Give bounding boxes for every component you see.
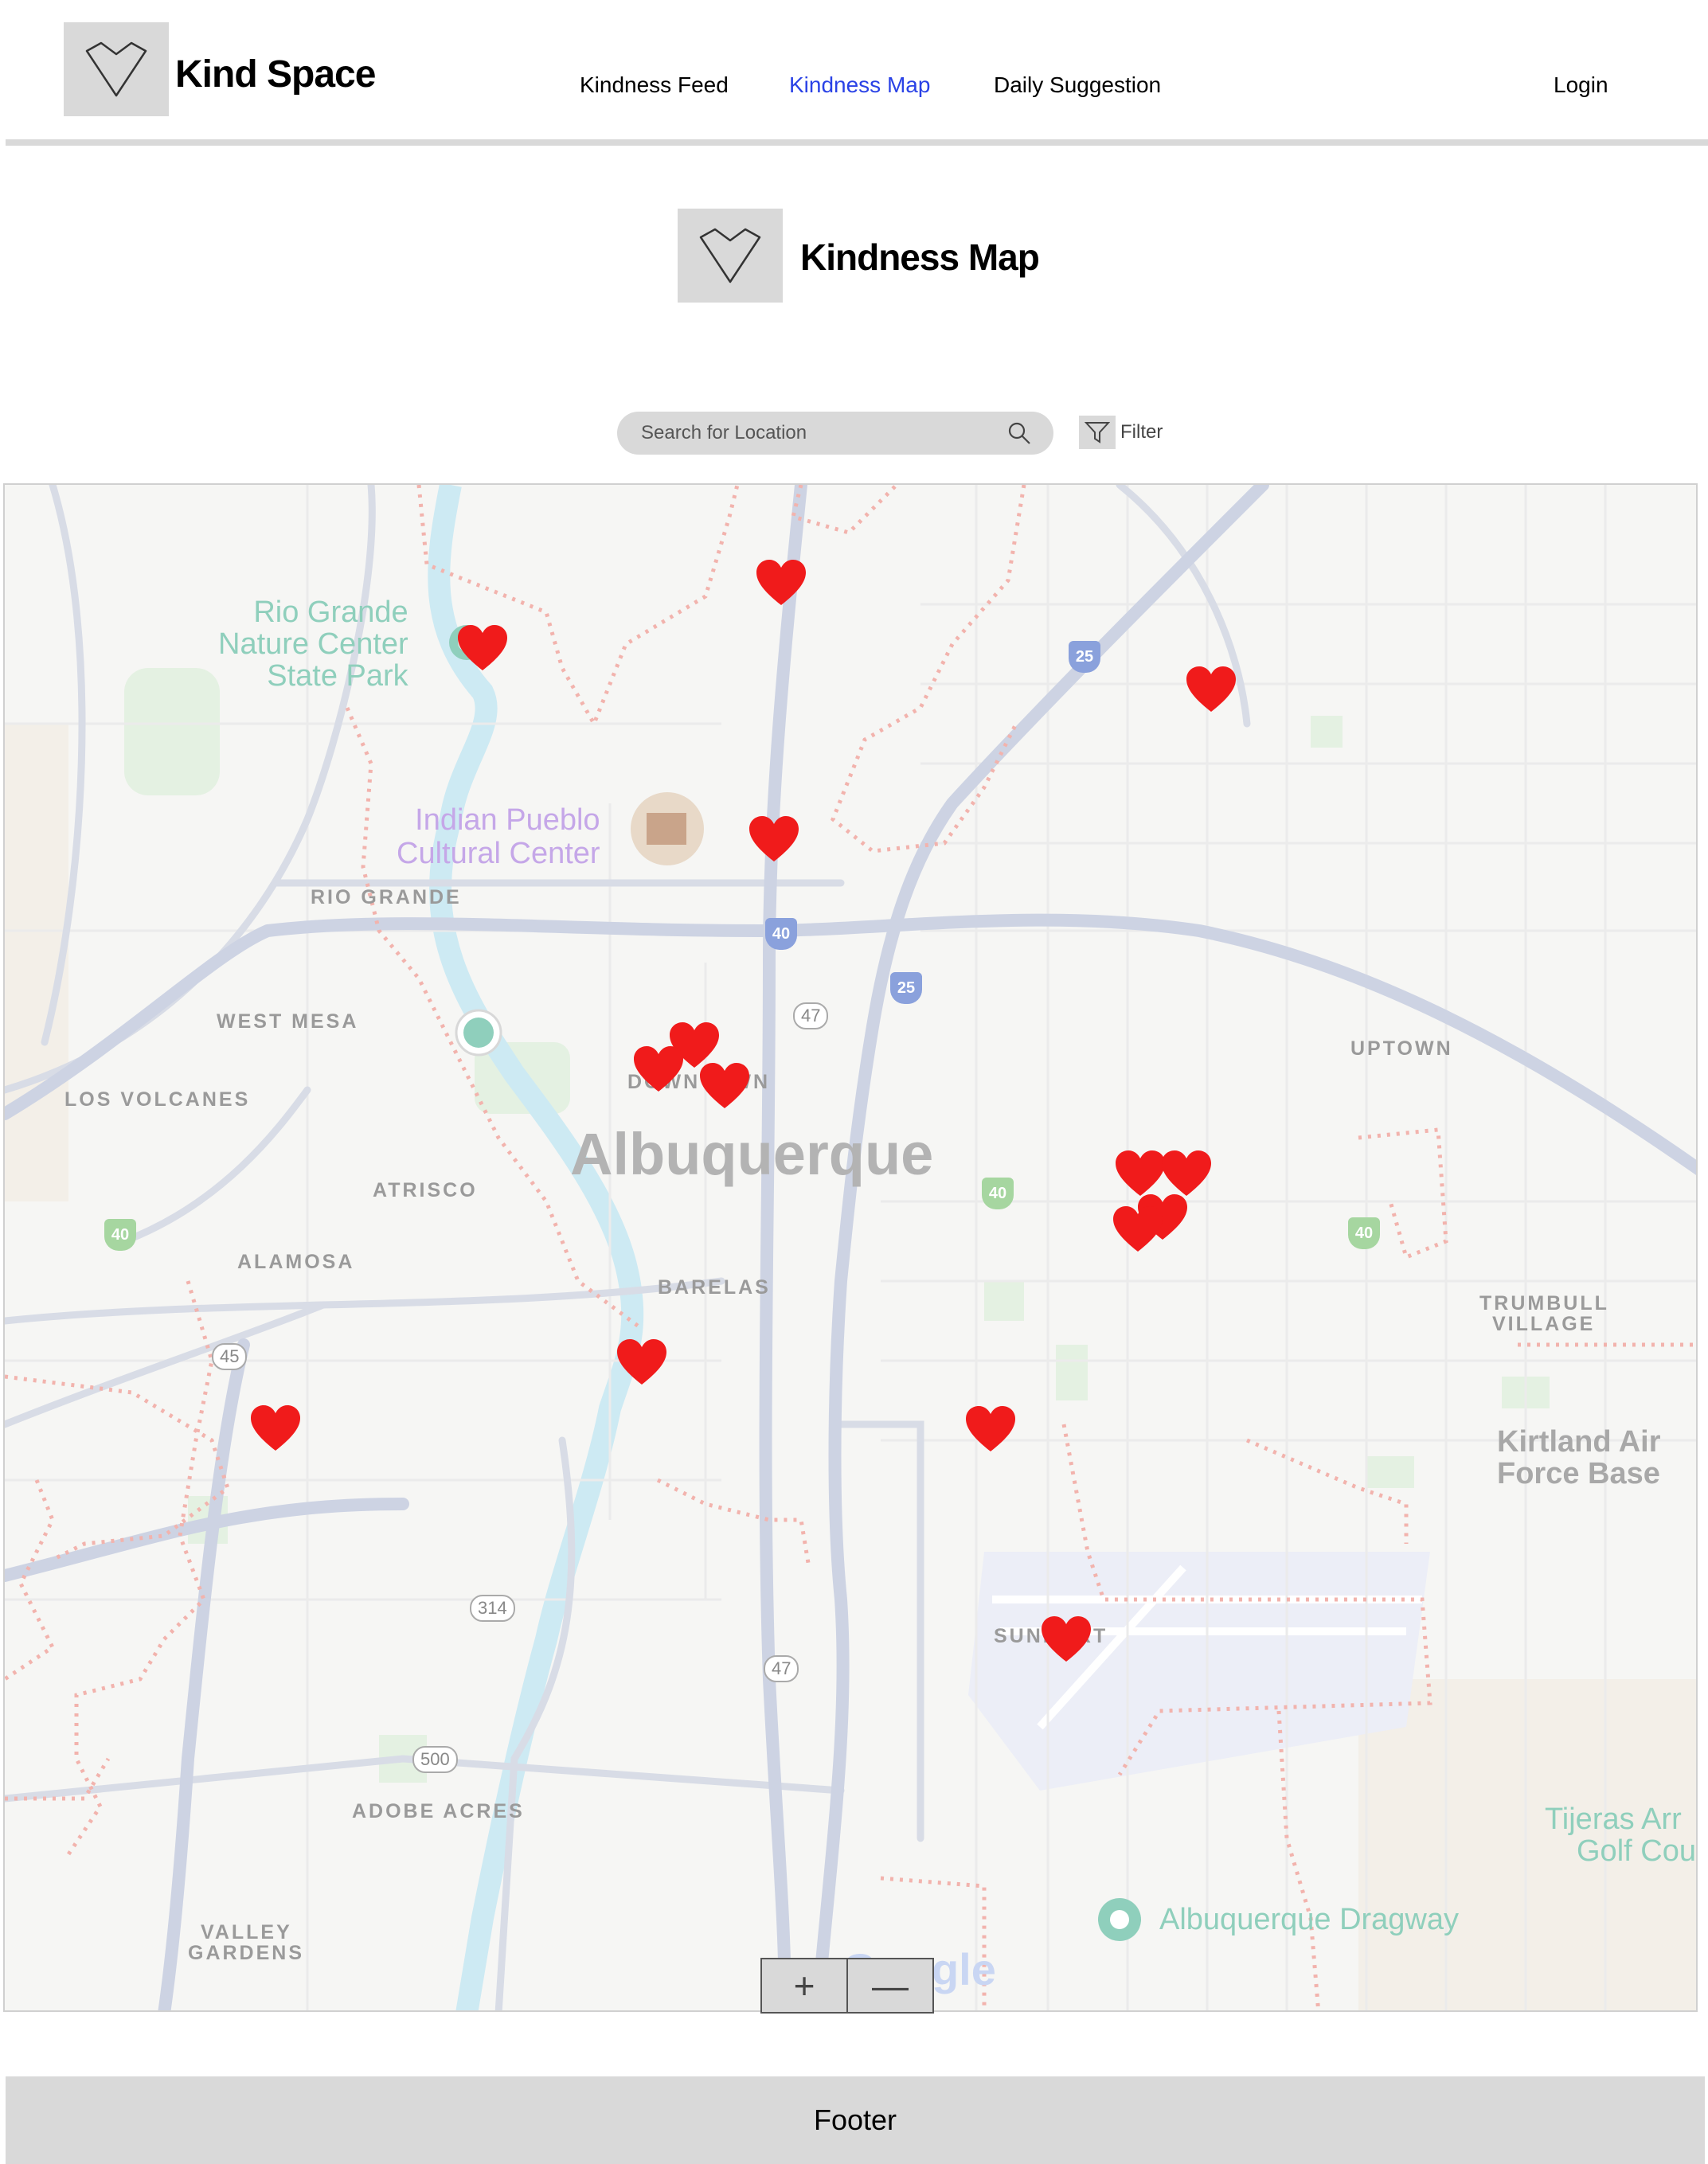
i25-shield: 25	[1069, 641, 1100, 673]
indian-pueblo-label[interactable]: Indian Pueblo Cultural Center	[397, 803, 600, 870]
route-314-shield: 314	[470, 1595, 515, 1622]
search-bar[interactable]	[617, 412, 1053, 455]
heart-outline-icon	[699, 228, 761, 283]
district-adobe-acres: ADOBE ACRES	[352, 1800, 525, 1822]
zoom-controls: + —	[760, 1958, 934, 2014]
i40-shield: 40	[104, 1219, 136, 1251]
district-west-mesa: WEST MESA	[217, 1010, 359, 1033]
route-47-shield: 47	[793, 1002, 829, 1029]
rio-grande-label[interactable]: Rio Grande Nature Center State Park	[218, 596, 408, 692]
poi-label-line: Kirtland Air	[1497, 1425, 1661, 1459]
header-divider	[6, 139, 1708, 146]
poi-label-line: Force Base	[1497, 1457, 1660, 1490]
poi-label-line: Nature Center	[218, 627, 408, 661]
kindness-heart-marker[interactable]	[616, 1338, 668, 1386]
search-icon[interactable]	[1007, 421, 1031, 445]
kindness-heart-marker[interactable]	[1040, 1615, 1092, 1663]
kindness-heart-marker[interactable]	[748, 815, 800, 863]
filter-icon	[1079, 416, 1116, 449]
login-link[interactable]: Login	[1554, 72, 1608, 98]
nav-kindness-map[interactable]: Kindness Map	[789, 72, 930, 98]
filter-label: Filter	[1120, 421, 1163, 443]
district-los-volcanes: LOS VOLCANES	[64, 1088, 251, 1111]
i40-shield: 40	[765, 918, 797, 950]
district-barelas: BARELAS	[658, 1276, 771, 1299]
i25-shield: 25	[890, 972, 922, 1004]
kindness-heart-marker[interactable]	[964, 1405, 1017, 1453]
i40-shield: 40	[982, 1178, 1014, 1209]
kindness-heart-marker[interactable]	[249, 1404, 302, 1452]
tijeras-label[interactable]: Tijeras Arr Golf Cou	[1545, 1803, 1696, 1867]
route-47-shield: 47	[764, 1655, 799, 1682]
district-alamosa: ALAMOSA	[237, 1251, 355, 1273]
map-base	[5, 485, 1696, 2010]
zoom-in-button[interactable]: +	[762, 1959, 846, 2012]
i40-shield: 40	[1348, 1217, 1380, 1249]
district-trumbull: TRUMBULL	[1479, 1292, 1609, 1314]
page-title: Kindness Map	[800, 236, 1040, 278]
kindness-heart-marker[interactable]	[456, 624, 509, 672]
kindness-heart-marker[interactable]	[1114, 1150, 1167, 1197]
nav-daily-suggestion[interactable]: Daily Suggestion	[994, 72, 1161, 98]
route-500-shield: 500	[412, 1746, 458, 1773]
brand-name[interactable]: Kind Space	[175, 53, 376, 96]
kindness-map[interactable]: Rio Grande Nature Center State Park Indi…	[3, 483, 1698, 2012]
page-logo	[678, 209, 783, 303]
district-rio-grande: RIO GRANDE	[311, 886, 462, 908]
poi-label-line: Rio Grande	[253, 596, 408, 629]
kindness-heart-marker[interactable]	[1185, 666, 1237, 713]
poi-label-line: State Park	[267, 659, 408, 693]
route-45-shield: 45	[212, 1343, 248, 1370]
district-uptown: UPTOWN	[1350, 1037, 1453, 1060]
poi-label-line: Tijeras Arr	[1545, 1803, 1682, 1836]
district-gardens: GARDENS	[188, 1942, 305, 1964]
zoom-out-button[interactable]: —	[846, 1959, 932, 2012]
city-label: Albuquerque	[570, 1121, 934, 1187]
district-village: VILLAGE	[1492, 1313, 1596, 1335]
footer-label: Footer	[813, 2103, 897, 2136]
search-input[interactable]	[639, 421, 1007, 445]
kirtland-label[interactable]: Kirtland Air Force Base	[1497, 1426, 1661, 1490]
dragway-label[interactable]: Albuquerque Dragway	[1159, 1904, 1459, 1935]
kindness-heart-marker[interactable]	[698, 1062, 751, 1110]
footer: Footer	[6, 2076, 1705, 2164]
heart-outline-icon	[85, 41, 147, 97]
kindness-heart-marker[interactable]	[755, 559, 807, 607]
filter-button[interactable]: Filter	[1079, 416, 1163, 449]
poi-label-line: Indian Pueblo	[415, 803, 600, 837]
kindness-heart-marker[interactable]	[632, 1045, 685, 1093]
district-valley: VALLEY	[201, 1921, 292, 1943]
district-atrisco: ATRISCO	[373, 1179, 478, 1201]
poi-label-line: Golf Cou	[1577, 1834, 1696, 1868]
brand-logo[interactable]	[64, 22, 169, 116]
poi-label-line: Cultural Center	[397, 837, 600, 870]
nav-kindness-feed[interactable]: Kindness Feed	[580, 72, 729, 98]
kindness-heart-marker[interactable]	[1112, 1205, 1164, 1253]
kindness-heart-marker[interactable]	[1160, 1150, 1213, 1197]
